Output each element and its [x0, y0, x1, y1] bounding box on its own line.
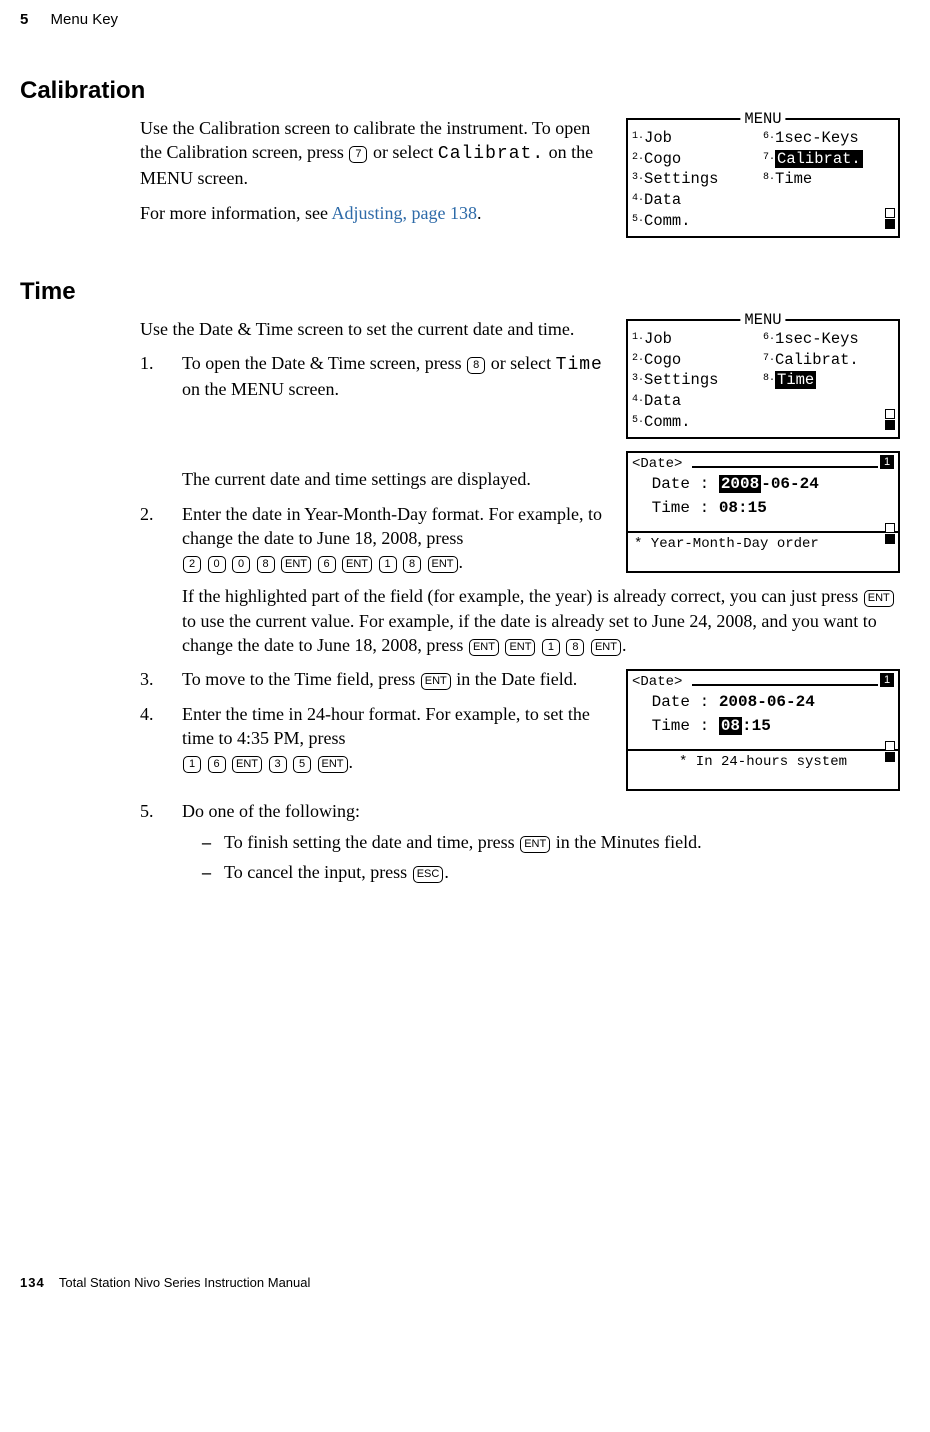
menu-screen-calibrat: MENU 1.Job 2.Cogo 3.Settings 4.Data 5.Co… — [626, 118, 900, 239]
menu-item: Settings — [644, 170, 718, 188]
key-ent: ENT — [520, 836, 550, 853]
step-3: 3. To move to the Time field, press ENT … — [140, 667, 900, 691]
step-2: 2. Enter the date in Year-Month-Day form… — [140, 502, 900, 658]
key-ent: ENT — [421, 673, 451, 690]
step-1: 1. To open the Date & Time screen, press… — [140, 351, 900, 492]
menu-item: Comm. — [644, 212, 691, 230]
book-title: Total Station Nivo Series Instruction Ma… — [59, 1275, 310, 1290]
link-adjusting[interactable]: Adjusting, page 138 — [331, 203, 477, 223]
section-heading-calibration: Calibration — [20, 75, 900, 107]
key-8: 8 — [467, 357, 485, 374]
menu-item: Cogo — [644, 150, 681, 168]
chapter-title: Menu Key — [51, 11, 119, 28]
key-ent: ENT — [864, 590, 894, 607]
section-heading-time: Time — [20, 276, 900, 308]
page-header: 5 Menu Key — [20, 10, 900, 30]
step-5: 5. Do one of the following: – To finish … — [140, 799, 900, 884]
menu-item: 1sec-Keys — [775, 129, 859, 147]
step-4: 4. Enter the time in 24-hour format. For… — [140, 702, 900, 775]
chapter-number: 5 — [20, 11, 28, 28]
step-5a: – To finish setting the date and time, p… — [182, 830, 900, 854]
page-number: 134 — [20, 1275, 45, 1290]
key-esc: ESC — [413, 866, 444, 883]
key-7: 7 — [349, 146, 367, 163]
key-sequence-date: 2 0 0 8 ENT 6 ENT 1 8 ENT — [182, 552, 459, 572]
date-screen-title: <Date> — [632, 456, 682, 472]
key-sequence-time: 1 6 ENT 3 5 ENT — [182, 752, 349, 772]
menu-item: Job — [644, 330, 672, 348]
menu-item: Data — [644, 191, 681, 209]
menu-item-selected: Calibrat. — [775, 150, 863, 168]
menu-item: Time — [775, 170, 812, 188]
page-indicator: 1 — [880, 455, 894, 469]
menu-item: 1sec-Keys — [775, 330, 859, 348]
page-footer: 134 Total Station Nivo Series Instructio… — [20, 1274, 900, 1292]
menu-item: Job — [644, 129, 672, 147]
menu-screen-title: MENU — [740, 109, 785, 130]
menu-screen-title: MENU — [740, 310, 785, 331]
step-5b: – To cancel the input, press ESC. — [182, 860, 900, 884]
